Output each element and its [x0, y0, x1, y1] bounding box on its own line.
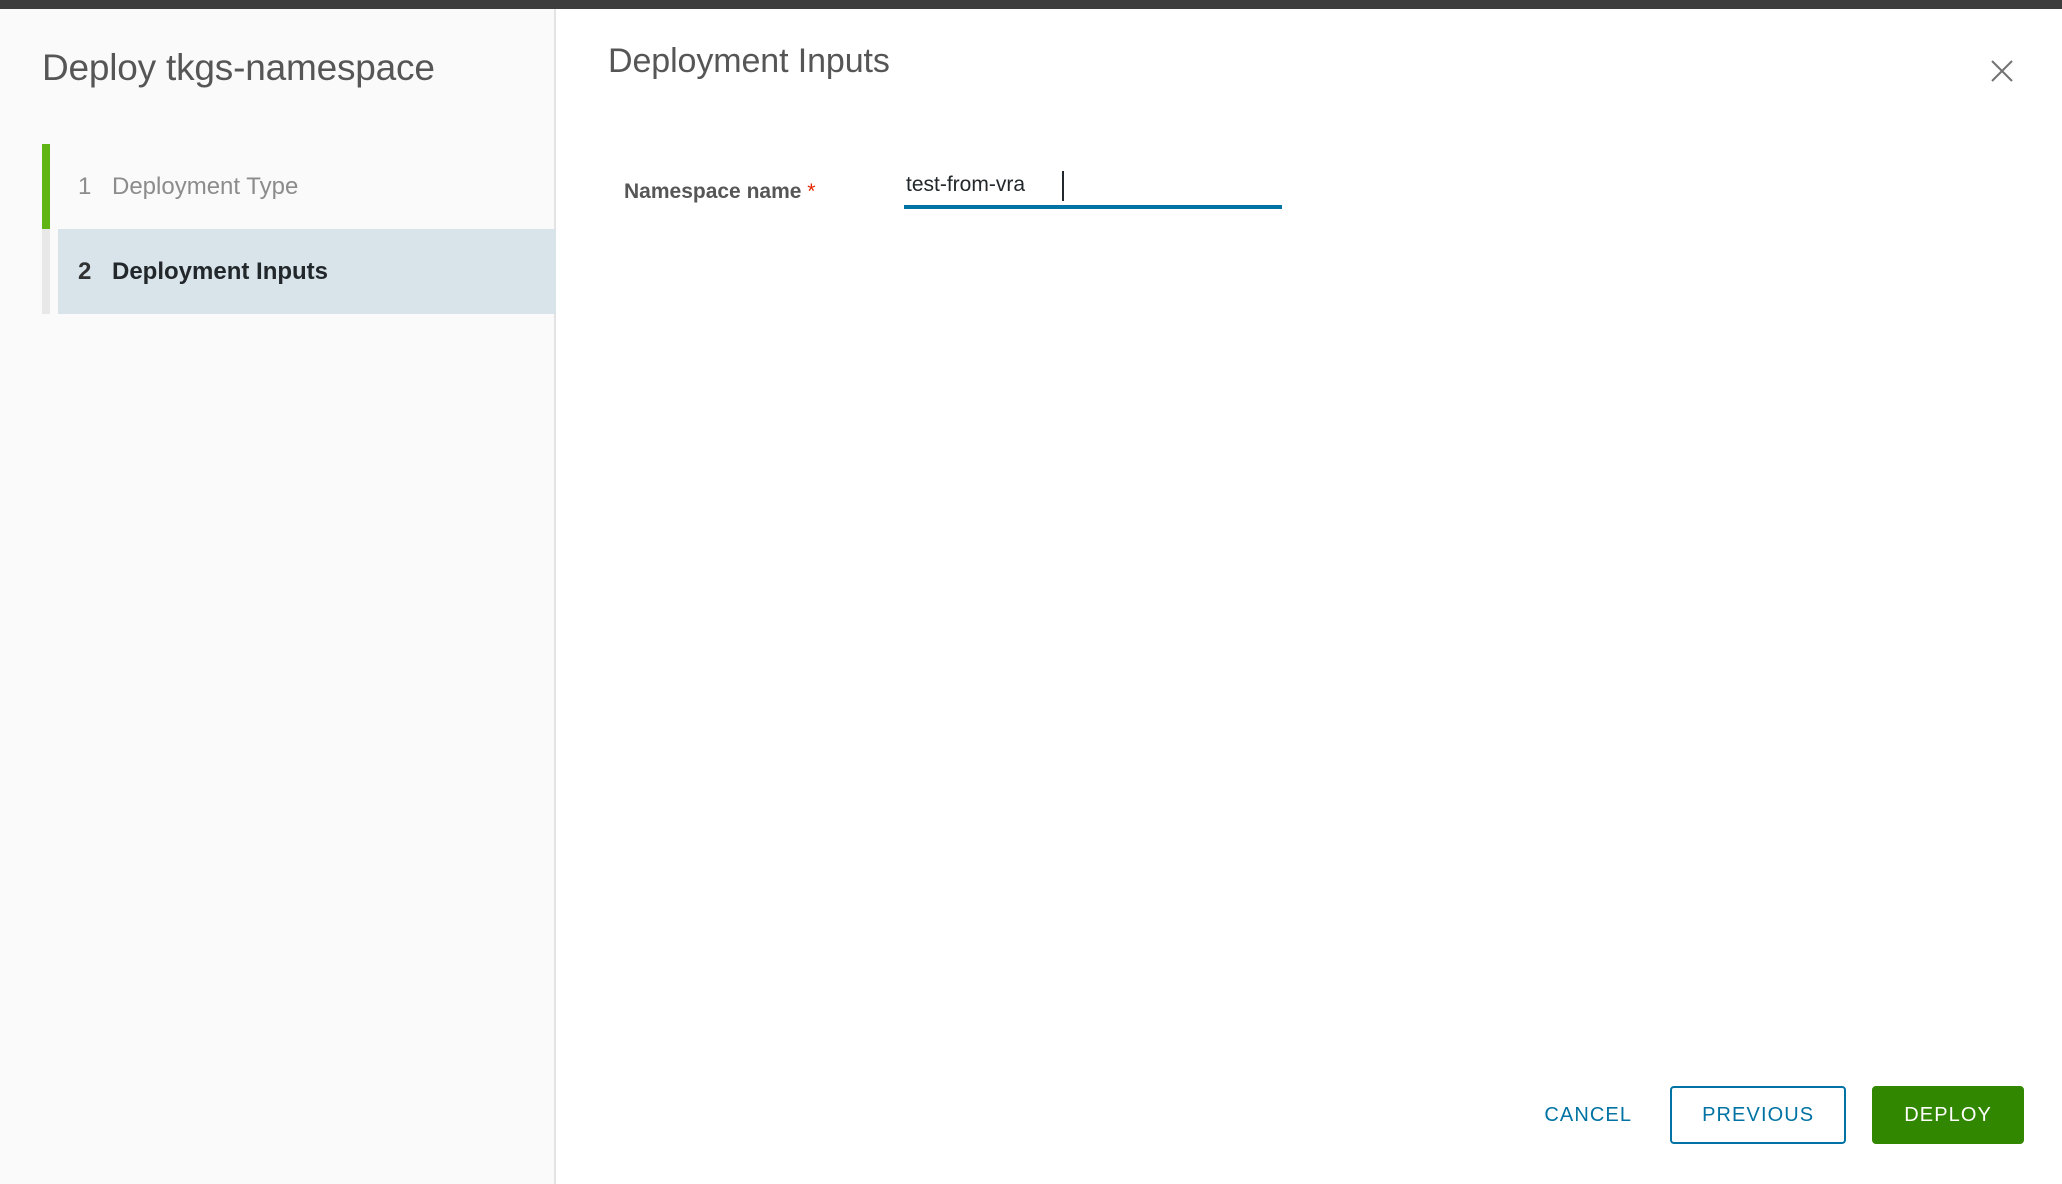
text-caret — [1062, 171, 1064, 201]
namespace-name-input[interactable] — [904, 169, 1282, 209]
close-icon — [1987, 56, 2017, 86]
namespace-name-label-text: Namespace name — [624, 180, 802, 203]
previous-button[interactable]: Previous — [1670, 1086, 1847, 1144]
wizard-title: Deploy tkgs-namespace — [42, 47, 435, 88]
wizard-steps: 1 Deployment Type 2 Deployment Inputs — [0, 144, 556, 314]
wizard-sidebar: Deploy tkgs-namespace 1 Deployment Type … — [0, 9, 556, 1184]
deploy-wizard: Deploy tkgs-namespace 1 Deployment Type … — [0, 9, 2062, 1184]
close-button[interactable] — [1980, 49, 2024, 93]
namespace-name-label: Namespace name * — [624, 169, 904, 213]
sidebar-step-deployment-type[interactable]: 1 Deployment Type — [0, 144, 554, 229]
step-label: Deployment Inputs — [112, 257, 329, 285]
namespace-name-field-wrap — [904, 169, 1282, 209]
deployment-inputs-form: Namespace name * — [624, 169, 2022, 213]
page-title: Deployment Inputs — [608, 42, 890, 80]
required-asterisk: * — [807, 180, 816, 203]
wizard-content: Deployment Inputs Namespace name * test-… — [556, 9, 2062, 1184]
form-row-namespace-name: Namespace name * — [624, 169, 2022, 213]
top-chrome-strip — [0, 0, 2062, 9]
deploy-button[interactable]: Deploy — [1872, 1086, 2024, 1144]
sidebar-step-deployment-inputs[interactable]: 2 Deployment Inputs — [58, 229, 556, 314]
step-number: 2 — [78, 257, 92, 285]
cancel-button[interactable]: Cancel — [1518, 1089, 1658, 1141]
step-label: Deployment Type — [112, 172, 299, 200]
step-number: 1 — [78, 172, 92, 200]
wizard-footer: Cancel Previous Deploy — [1518, 1086, 2024, 1144]
